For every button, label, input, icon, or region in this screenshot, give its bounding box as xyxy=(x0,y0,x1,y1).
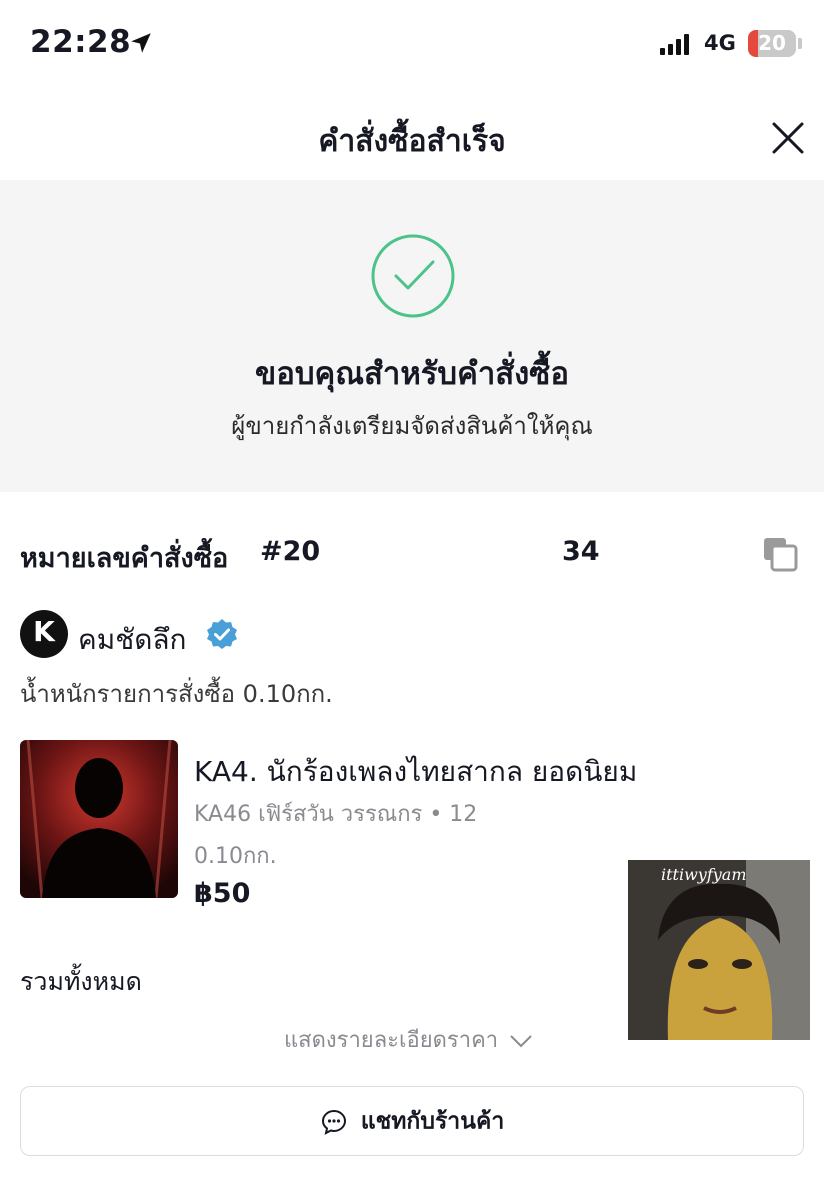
chat-bubble-icon xyxy=(321,1109,346,1135)
order-number-row: หมายเลขคำสั่งซื้อ #20 34 xyxy=(20,530,804,578)
product-title: KA4. นักร้องเพลงไทยสากล ยอดนิยม xyxy=(194,755,638,788)
check-circle-icon xyxy=(371,234,455,318)
thanks-subtitle: ผู้ขายกำลังเตรียมจัดส่งสินค้าให้คุณ xyxy=(231,412,593,440)
battery-nub xyxy=(798,38,802,49)
order-number-end: 34 xyxy=(562,536,600,567)
overlay-watermark: ittiwyfyam xyxy=(661,865,747,884)
overlay-photo-image: ittiwyfyam xyxy=(628,860,810,1040)
page-header: คำสั่งซื้อสำเร็จ xyxy=(0,90,824,180)
order-number-start: #20 xyxy=(260,536,321,567)
success-banner: ขอบคุณสำหรับคำสั่งซื้อ ผู้ขายกำลังเตรียม… xyxy=(0,180,824,492)
copy-icon[interactable] xyxy=(760,534,800,574)
status-bar: 22:28 4G 20 xyxy=(0,0,824,90)
page-title: คำสั่งซื้อสำเร็จ xyxy=(318,124,506,159)
chat-button-label: แชทกับร้านค้า xyxy=(360,1108,505,1135)
battery-level-text: 20 xyxy=(758,31,786,55)
chat-with-shop-button[interactable]: แชทกับร้านค้า xyxy=(20,1086,804,1156)
verified-badge-icon xyxy=(207,619,237,649)
shop-row[interactable]: K คมชัดลึก xyxy=(20,610,804,660)
network-type: 4G xyxy=(704,31,736,55)
price-detail-label: แสดงรายละเอียดราคา xyxy=(284,1028,499,1053)
chevron-down-icon xyxy=(510,1035,532,1048)
order-weight: น้ำหนักรายการสั่งซื้อ 0.10กก. xyxy=(20,680,333,708)
signal-icon xyxy=(660,34,689,55)
order-number-label: หมายเลขคำสั่งซื้อ xyxy=(20,543,229,574)
shop-logo: K xyxy=(20,610,68,658)
overlay-photo: ittiwyfyam xyxy=(628,860,810,1040)
product-variant: KA46 เฟิร์สวัน วรรณกร • 12 xyxy=(194,802,478,827)
shop-name: คมชัดลึก xyxy=(78,623,187,656)
product-image xyxy=(20,740,178,898)
status-time: 22:28 xyxy=(30,24,132,60)
location-arrow-icon xyxy=(131,33,151,53)
product-price: ฿50 xyxy=(194,878,251,909)
product-thumbnail[interactable] xyxy=(20,740,178,898)
close-icon[interactable] xyxy=(768,118,808,158)
thanks-heading: ขอบคุณสำหรับคำสั่งซื้อ xyxy=(255,356,569,392)
total-label: รวมทั้งหมด xyxy=(20,967,142,996)
show-price-detail-link[interactable]: แสดงรายละเอียดราคา xyxy=(284,1022,533,1057)
battery-indicator: 20 xyxy=(748,30,796,57)
product-weight: 0.10กก. xyxy=(194,844,277,869)
